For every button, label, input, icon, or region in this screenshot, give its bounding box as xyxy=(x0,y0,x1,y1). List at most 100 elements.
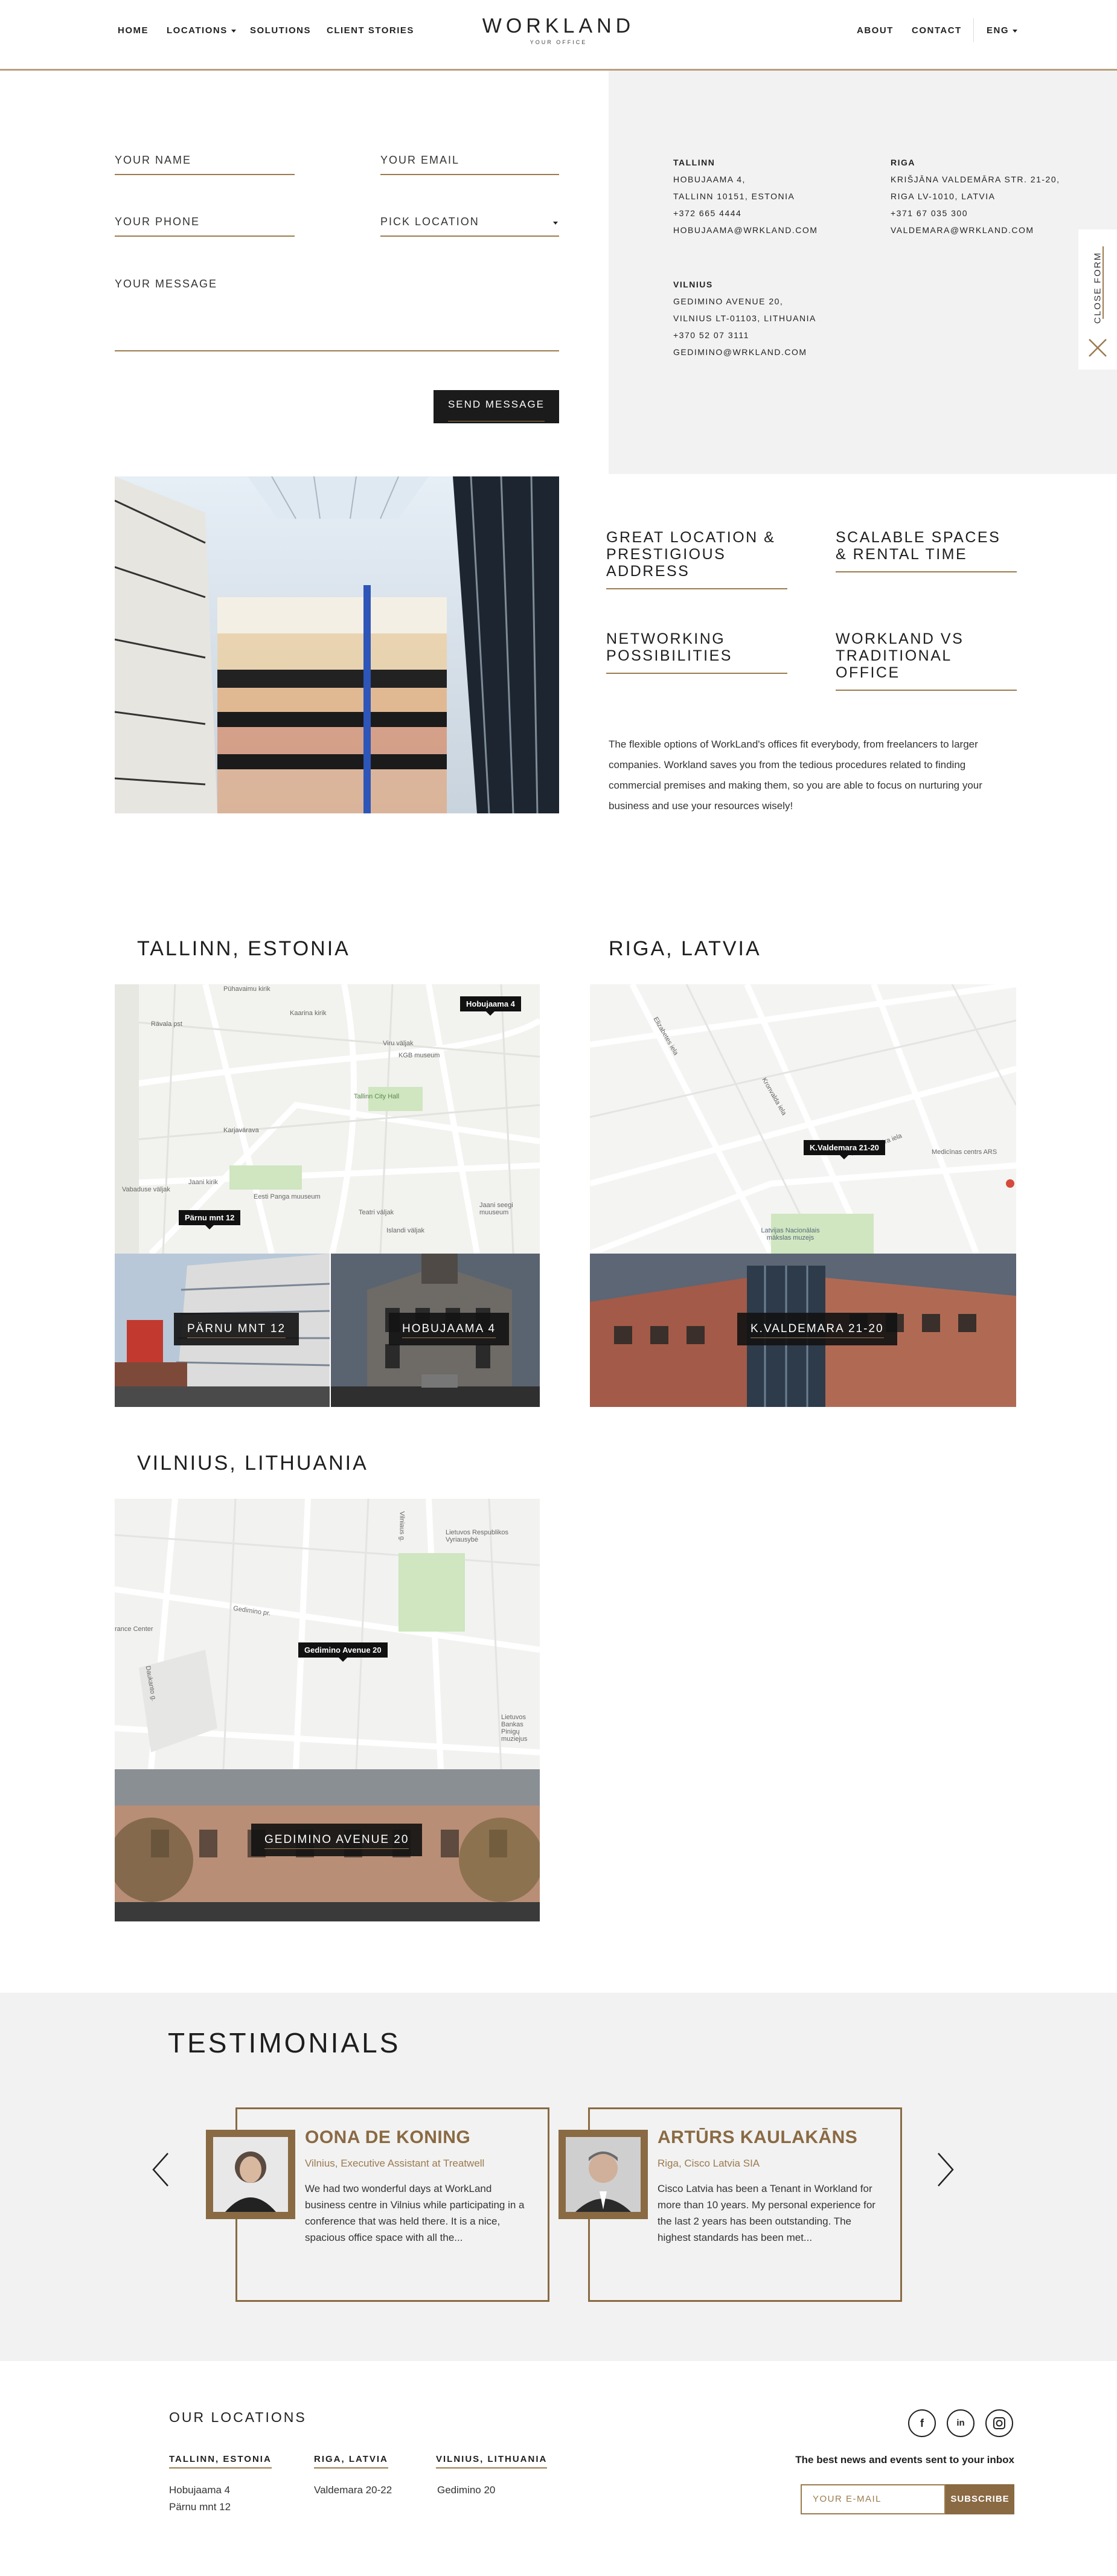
photo-label: K.VALDEMARA 21-20 xyxy=(737,1313,897,1345)
testimonial-card[interactable]: ARTŪRS KAULAKĀNS Riga, Cisco Latvia SIA … xyxy=(558,2107,902,2302)
logo[interactable]: WORKLAND YOUR OFFICE xyxy=(0,14,1117,45)
footer-address-list: Hobujaama 4 Pärnu mnt 12 xyxy=(169,2482,231,2516)
next-arrow-icon[interactable] xyxy=(936,2151,956,2188)
testimonial-role: Riga, Cisco Latvia SIA xyxy=(658,2158,760,2169)
office-title: VILNIUS xyxy=(673,280,713,289)
office-address: HOBUJAAMA 4, xyxy=(673,175,746,184)
photo-gedimino-avenue[interactable]: GEDIMINO AVENUE 20 xyxy=(115,1769,540,1921)
name-field[interactable]: YOUR NAME xyxy=(115,154,295,175)
map-pin-parnu[interactable]: Pärnu mnt 12 xyxy=(179,1210,241,1229)
site-header: HOME LOCATIONS SOLUTIONS CLIENT STORIES … xyxy=(0,0,1117,71)
map-label: Medicīnas centrs ARS xyxy=(932,1149,997,1156)
photo-label-text: HOBUJAAMA 4 xyxy=(402,1322,496,1338)
testimonial-card[interactable]: OONA DE KONING Vilnius, Executive Assist… xyxy=(206,2107,549,2302)
testimonials-section: TESTIMONIALS OONA DE KONING Vilnius, Exe… xyxy=(0,1993,1117,2361)
instagram-icon[interactable] xyxy=(985,2409,1013,2437)
office-city: VILNIUS LT-01103, LITHUANIA xyxy=(673,313,816,323)
newsletter-email-input[interactable]: YOUR E-MAIL xyxy=(801,2484,946,2514)
close-form-label: CLOSE FORM xyxy=(1092,251,1103,324)
office-phone[interactable]: +372 665 4444 xyxy=(673,208,741,218)
office-email[interactable]: GEDIMINO@WRKLAND.COM xyxy=(673,347,807,357)
office-city: RIGA LV-1010, LATVIA xyxy=(891,191,996,201)
close-form-tab[interactable]: CLOSE FORM xyxy=(1078,229,1117,370)
site-footer: OUR LOCATIONS TALLINN, ESTONIA Hobujaama… xyxy=(0,2361,1117,2576)
office-city: TALLINN 10151, ESTONIA xyxy=(673,191,795,201)
map-label: Vilniaus g. xyxy=(398,1511,406,1542)
atrium-image xyxy=(115,476,559,813)
footer-city-vilnius[interactable]: VILNIUS, LITHUANIA xyxy=(436,2454,548,2469)
chevron-down-icon xyxy=(553,222,558,225)
subscribe-button[interactable]: SUBSCRIBE xyxy=(946,2484,1014,2514)
email-field[interactable]: YOUR EMAIL xyxy=(380,154,559,175)
feature-scalable[interactable]: SCALABLE SPACES & RENTAL TIME xyxy=(836,529,1017,572)
close-form-line xyxy=(1103,246,1104,319)
footer-title: OUR LOCATIONS xyxy=(169,2409,307,2425)
logo-wordmark: WORKLAND xyxy=(482,14,635,37)
footer-address[interactable]: Valdemara 20-22 xyxy=(314,2482,392,2499)
intro-paragraph: The flexible options of WorkLand's offic… xyxy=(609,739,982,812)
map-pin-hobujaama[interactable]: Hobujaama 4 xyxy=(460,996,521,1016)
newsletter-text: The best news and events sent to your in… xyxy=(795,2454,1014,2465)
map-label: Latvijas Nacionālais mākslas muzejs xyxy=(761,1227,820,1242)
map-label: Viru väljak xyxy=(383,1040,414,1047)
facebook-icon[interactable]: f xyxy=(908,2409,936,2437)
message-field[interactable]: YOUR MESSAGE xyxy=(115,278,559,351)
office-email[interactable]: HOBUJAAMA@WRKLAND.COM xyxy=(673,225,818,235)
photo-label: GEDIMINO AVENUE 20 xyxy=(251,1824,423,1856)
office-phone[interactable]: +370 52 07 3111 xyxy=(673,330,749,340)
map-pin-valdemara[interactable]: K.Valdemara 21-20 xyxy=(804,1140,885,1159)
map-riga[interactable]: Elizabetes iela Kronvalda iela Kr. Valde… xyxy=(590,984,1016,1254)
avatar xyxy=(558,2130,648,2219)
office-phone[interactable]: +371 67 035 300 xyxy=(891,208,968,218)
testimonials-title: TESTIMONIALS xyxy=(168,2027,401,2059)
close-icon[interactable] xyxy=(1087,337,1109,359)
phone-field[interactable]: YOUR PHONE xyxy=(115,216,295,237)
office-title: TALLINN xyxy=(673,158,715,167)
office-address: GEDIMINO AVENUE 20, xyxy=(673,296,784,306)
office-email[interactable]: VALDEMARA@WRKLAND.COM xyxy=(891,225,1034,235)
map-tallinn[interactable]: Pühavaimu kirik Kaarina kirik Rävala pst… xyxy=(115,984,540,1254)
testimonial-text: We had two wonderful days at WorkLand bu… xyxy=(305,2183,525,2243)
photo-label: PÄRNU MNT 12 xyxy=(174,1313,299,1345)
map-vilnius[interactable]: Lietuvos Respublikos Vyriausybė Gedimino… xyxy=(115,1499,540,1769)
footer-address[interactable]: Gedimino 20 xyxy=(437,2482,495,2499)
location-select[interactable]: PICK LOCATION xyxy=(380,216,559,237)
linkedin-icon[interactable]: in xyxy=(947,2409,975,2437)
testimonial-role: Vilnius, Executive Assistant at Treatwel… xyxy=(305,2158,485,2169)
footer-city-riga[interactable]: RIGA, LATVIA xyxy=(314,2454,388,2469)
footer-city-tallinn[interactable]: TALLINN, ESTONIA xyxy=(169,2454,272,2469)
map-label: rance Center xyxy=(115,1626,153,1633)
feature-vs-traditional[interactable]: WORKLAND VS TRADITIONAL OFFICE xyxy=(836,630,1017,691)
city-title-riga: RIGA, LATVIA xyxy=(609,937,761,960)
footer-address-list: Valdemara 20-22 xyxy=(314,2482,392,2499)
map-label: Vabaduse väljak xyxy=(122,1186,170,1193)
testimonial-name: ARTŪRS KAULAKĀNS xyxy=(658,2127,858,2147)
office-riga: RIGA KRIŠJĀNA VALDEMĀRA STR. 21-20, RIGA… xyxy=(891,154,1072,239)
photo-label-text: GEDIMINO AVENUE 20 xyxy=(264,1833,409,1849)
send-message-button[interactable]: SEND MESSAGE xyxy=(434,390,559,423)
map-label: Islandi väljak xyxy=(386,1227,424,1234)
photo-label-text: PÄRNU MNT 12 xyxy=(187,1322,286,1338)
office-vilnius: VILNIUS GEDIMINO AVENUE 20, VILNIUS LT-0… xyxy=(673,276,866,360)
testimonial-name: OONA DE KONING xyxy=(305,2127,471,2147)
map-label: Rävala pst xyxy=(151,1020,182,1028)
map-label: Lietuvos Bankas Pinigų muziejus xyxy=(501,1714,528,1743)
logo-tagline: YOUR OFFICE xyxy=(530,39,587,45)
testimonial-text: Cisco Latvia has been a Tenant in Workla… xyxy=(658,2183,875,2243)
prev-arrow-icon[interactable] xyxy=(150,2151,170,2188)
photo-hobujaama-4[interactable]: HOBUJAAMA 4 xyxy=(331,1254,540,1407)
map-label: Jaani kirik xyxy=(188,1179,218,1186)
photo-k-valdemara[interactable]: K.VALDEMARA 21-20 xyxy=(590,1254,1016,1407)
map-label: Tallinn City Hall xyxy=(354,1093,400,1100)
email-placeholder: YOUR E-MAIL xyxy=(813,2494,882,2504)
footer-address[interactable]: Hobujaama 4 xyxy=(169,2482,231,2499)
photo-label-text: K.VALDEMARA 21-20 xyxy=(751,1322,884,1338)
office-address: KRIŠJĀNA VALDEMĀRA STR. 21-20, xyxy=(891,175,1060,184)
footer-address[interactable]: Pärnu mnt 12 xyxy=(169,2499,231,2516)
map-label: Kaarina kirik xyxy=(290,1010,327,1017)
photo-parnu-mnt-12[interactable]: PÄRNU MNT 12 xyxy=(115,1254,330,1407)
photo-label: HOBUJAAMA 4 xyxy=(389,1313,510,1345)
feature-networking[interactable]: NETWORKING POSSIBILITIES xyxy=(606,630,787,674)
feature-location[interactable]: GREAT LOCATION & PRESTIGIOUS ADDRESS xyxy=(606,529,787,589)
map-pin-gedimino[interactable]: Gedimino Avenue 20 xyxy=(298,1642,388,1662)
